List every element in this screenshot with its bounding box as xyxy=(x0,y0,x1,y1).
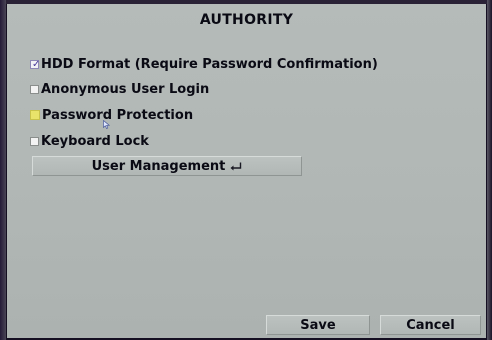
screen-frame-right xyxy=(487,0,492,340)
password-protection-checkbox[interactable] xyxy=(30,110,40,120)
password-protection-option[interactable]: Password Protection xyxy=(30,106,193,124)
checkmark-icon: ✓ xyxy=(32,58,41,70)
mouse-cursor-icon xyxy=(103,120,110,129)
enter-key-icon xyxy=(230,162,242,170)
screen-frame-left xyxy=(0,0,6,340)
monitor-screen: AUTHORITY ✓ HDD Format (Require Password… xyxy=(0,0,492,340)
save-label: Save xyxy=(300,317,336,333)
authority-dialog: AUTHORITY ✓ HDD Format (Require Password… xyxy=(7,4,486,338)
cancel-label: Cancel xyxy=(406,317,455,333)
password-protection-label: Password Protection xyxy=(42,107,194,123)
hdd-format-checkbox[interactable]: ✓ xyxy=(30,58,41,70)
anonymous-login-option[interactable]: Anonymous User Login xyxy=(30,80,209,98)
hdd-format-option[interactable]: ✓ HDD Format (Require Password Confirmat… xyxy=(30,55,378,73)
keyboard-lock-checkbox[interactable] xyxy=(30,136,39,146)
keyboard-lock-option[interactable]: Keyboard Lock xyxy=(30,132,149,150)
anonymous-login-label: Anonymous User Login xyxy=(41,81,210,97)
keyboard-lock-label: Keyboard Lock xyxy=(41,133,149,149)
hdd-format-label: HDD Format (Require Password Confirmatio… xyxy=(41,56,378,72)
dialog-title: AUTHORITY xyxy=(199,12,294,28)
user-management-label: User Management xyxy=(91,158,226,174)
anonymous-login-checkbox[interactable] xyxy=(30,84,39,94)
user-management-button[interactable]: User Management xyxy=(32,156,302,176)
save-button[interactable]: Save xyxy=(266,315,370,335)
cancel-button[interactable]: Cancel xyxy=(380,315,481,335)
